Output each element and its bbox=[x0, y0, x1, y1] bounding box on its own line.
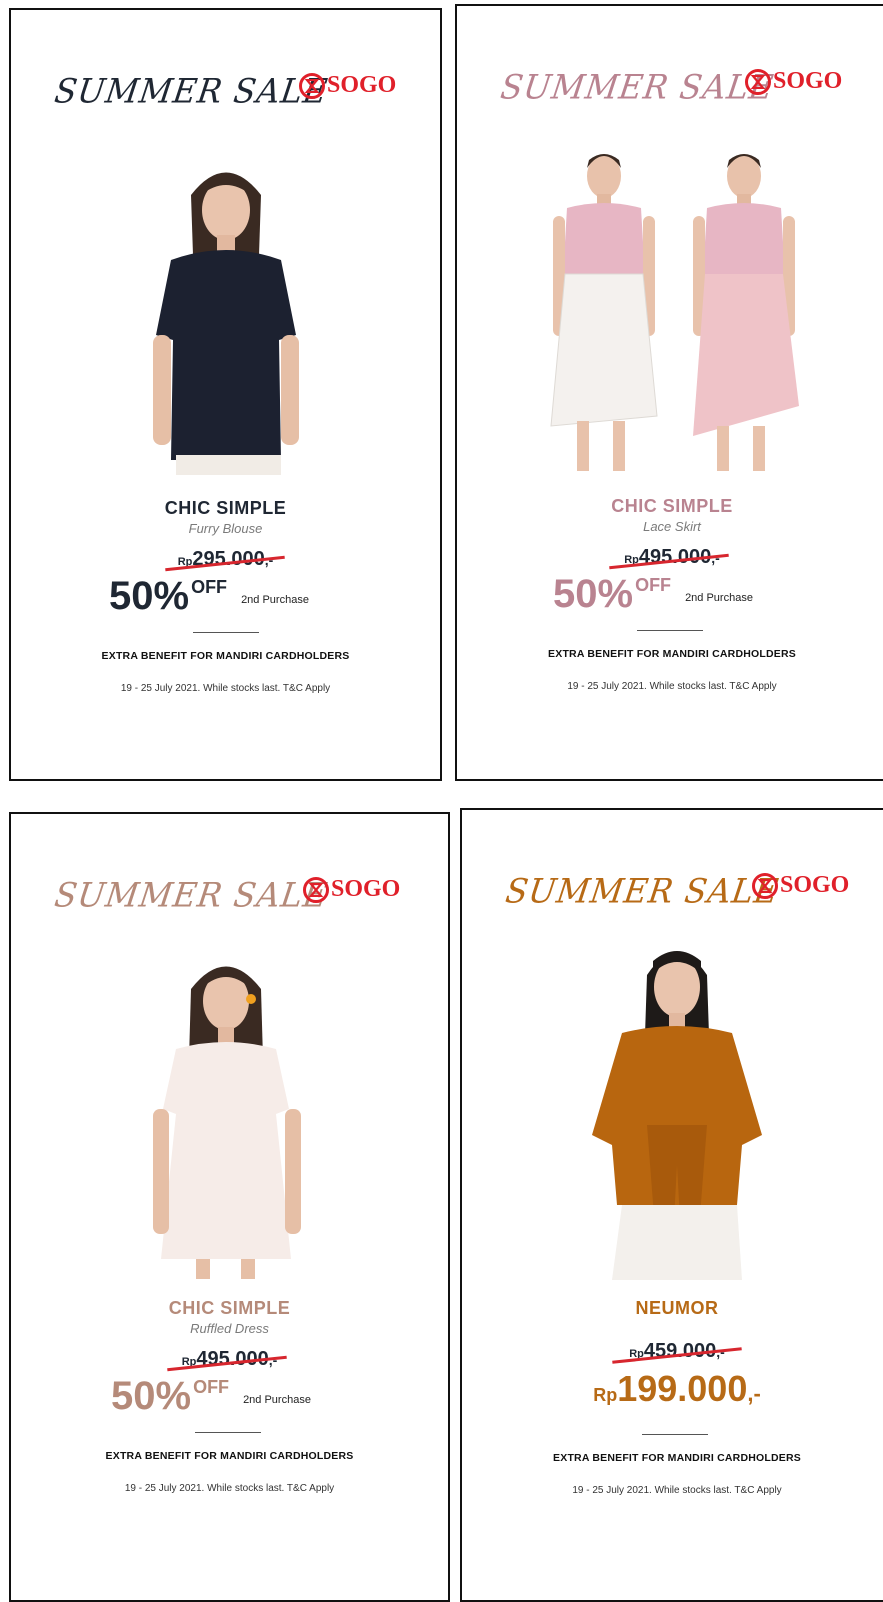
discount-note: 2nd Purchase bbox=[243, 1394, 311, 1406]
product-name: Lace Skirt bbox=[643, 519, 701, 534]
divider bbox=[193, 632, 259, 633]
discount-badge: 50% OFF 2nd Purchase bbox=[111, 1376, 311, 1416]
summer-sale-title: SUMMER SALE bbox=[52, 875, 331, 915]
promo-card-neumor-blouse: SUMMER SALE SOGO NEUMOR Rp459.000,- Rp19… bbox=[460, 808, 883, 1602]
discount-off-label: OFF bbox=[191, 577, 228, 597]
model-photo-neumor-blouse bbox=[592, 951, 762, 1280]
original-price: Rp495.000,- bbox=[11, 1348, 448, 1371]
discount-off-label: OFF bbox=[193, 1377, 230, 1397]
discount-percent: 50% bbox=[553, 572, 634, 616]
discount-percent: 50% bbox=[111, 1374, 192, 1418]
model-photo-lace-skirt bbox=[550, 154, 799, 471]
sogo-emblem-icon bbox=[745, 68, 771, 95]
summer-sale-title: SUMMER SALE bbox=[503, 871, 782, 911]
sogo-logo: SOGO bbox=[745, 68, 842, 95]
divider bbox=[642, 1434, 708, 1435]
sale-price-amount: 199.000 bbox=[617, 1368, 748, 1409]
sogo-logo-text: SOGO bbox=[773, 68, 843, 94]
product-name: Ruffled Dress bbox=[190, 1321, 269, 1336]
discount-percent: 50% bbox=[109, 574, 190, 618]
discount-badge: 50% OFF 2nd Purchase bbox=[109, 576, 309, 616]
terms-text: 19 - 25 July 2021. While stocks last. T&… bbox=[124, 1483, 335, 1494]
sogo-logo-text: SOGO bbox=[780, 872, 850, 898]
product-name: Furry Blouse bbox=[188, 521, 263, 536]
promo-card-furry-blouse: SUMMER SALE SOGO CHIC SIMPLE Furry Blous… bbox=[9, 8, 442, 781]
brand-name: NEUMOR bbox=[635, 1298, 719, 1318]
summer-sale-title: SUMMER SALE bbox=[498, 67, 777, 107]
sale-price: Rp199.000,- bbox=[462, 1368, 883, 1410]
summer-sale-title: SUMMER SALE bbox=[52, 71, 331, 111]
sogo-logo: SOGO bbox=[303, 876, 400, 903]
extra-benefit-text: EXTRA BENEFIT FOR MANDIRI CARDHOLDERS bbox=[105, 1450, 354, 1462]
sogo-emblem-icon bbox=[752, 872, 778, 899]
discount-badge: 50% OFF 2nd Purchase bbox=[553, 574, 753, 614]
divider bbox=[195, 1432, 261, 1433]
sogo-logo-text: SOGO bbox=[327, 72, 397, 98]
terms-text: 19 - 25 July 2021. While stocks last. T&… bbox=[572, 1485, 782, 1496]
sogo-logo: SOGO bbox=[752, 872, 849, 899]
extra-benefit-text: EXTRA BENEFIT FOR MANDIRI CARDHOLDERS bbox=[553, 1452, 801, 1464]
extra-benefit-text: EXTRA BENEFIT FOR MANDIRI CARDHOLDERS bbox=[548, 648, 796, 660]
original-price: Rp495.000,- bbox=[457, 546, 883, 569]
model-photo-furry-blouse bbox=[153, 172, 299, 475]
sale-price-suffix: ,- bbox=[747, 1381, 761, 1406]
brand-name: CHIC SIMPLE bbox=[164, 498, 287, 518]
brand-name: CHIC SIMPLE bbox=[168, 1298, 291, 1318]
discount-note: 2nd Purchase bbox=[685, 592, 753, 604]
terms-text: 19 - 25 July 2021. While stocks last. T&… bbox=[567, 681, 777, 692]
sogo-logo-text: SOGO bbox=[331, 876, 401, 902]
sogo-emblem-icon bbox=[299, 72, 325, 99]
divider bbox=[637, 630, 703, 631]
original-price: Rp295.000,- bbox=[11, 548, 440, 571]
promo-card-ruffled-dress: SUMMER SALE SOGO CHIC SIMPLE Ruffled Dre… bbox=[9, 812, 450, 1602]
sale-price-currency: Rp bbox=[593, 1385, 618, 1405]
original-price: Rp459.000,- bbox=[462, 1340, 883, 1363]
terms-text: 19 - 25 July 2021. While stocks last. T&… bbox=[120, 683, 331, 694]
brand-name: CHIC SIMPLE bbox=[611, 496, 733, 516]
discount-off-label: OFF bbox=[635, 575, 672, 595]
model-photo-ruffled-dress bbox=[153, 966, 301, 1279]
promo-card-lace-skirt: SUMMER SALE SOGO CHIC SIMPLE Lace Skirt … bbox=[455, 4, 883, 781]
extra-benefit-text: EXTRA BENEFIT FOR MANDIRI CARDHOLDERS bbox=[101, 650, 350, 662]
discount-note: 2nd Purchase bbox=[241, 594, 309, 606]
sogo-logo: SOGO bbox=[299, 72, 396, 99]
sogo-emblem-icon bbox=[303, 876, 329, 903]
